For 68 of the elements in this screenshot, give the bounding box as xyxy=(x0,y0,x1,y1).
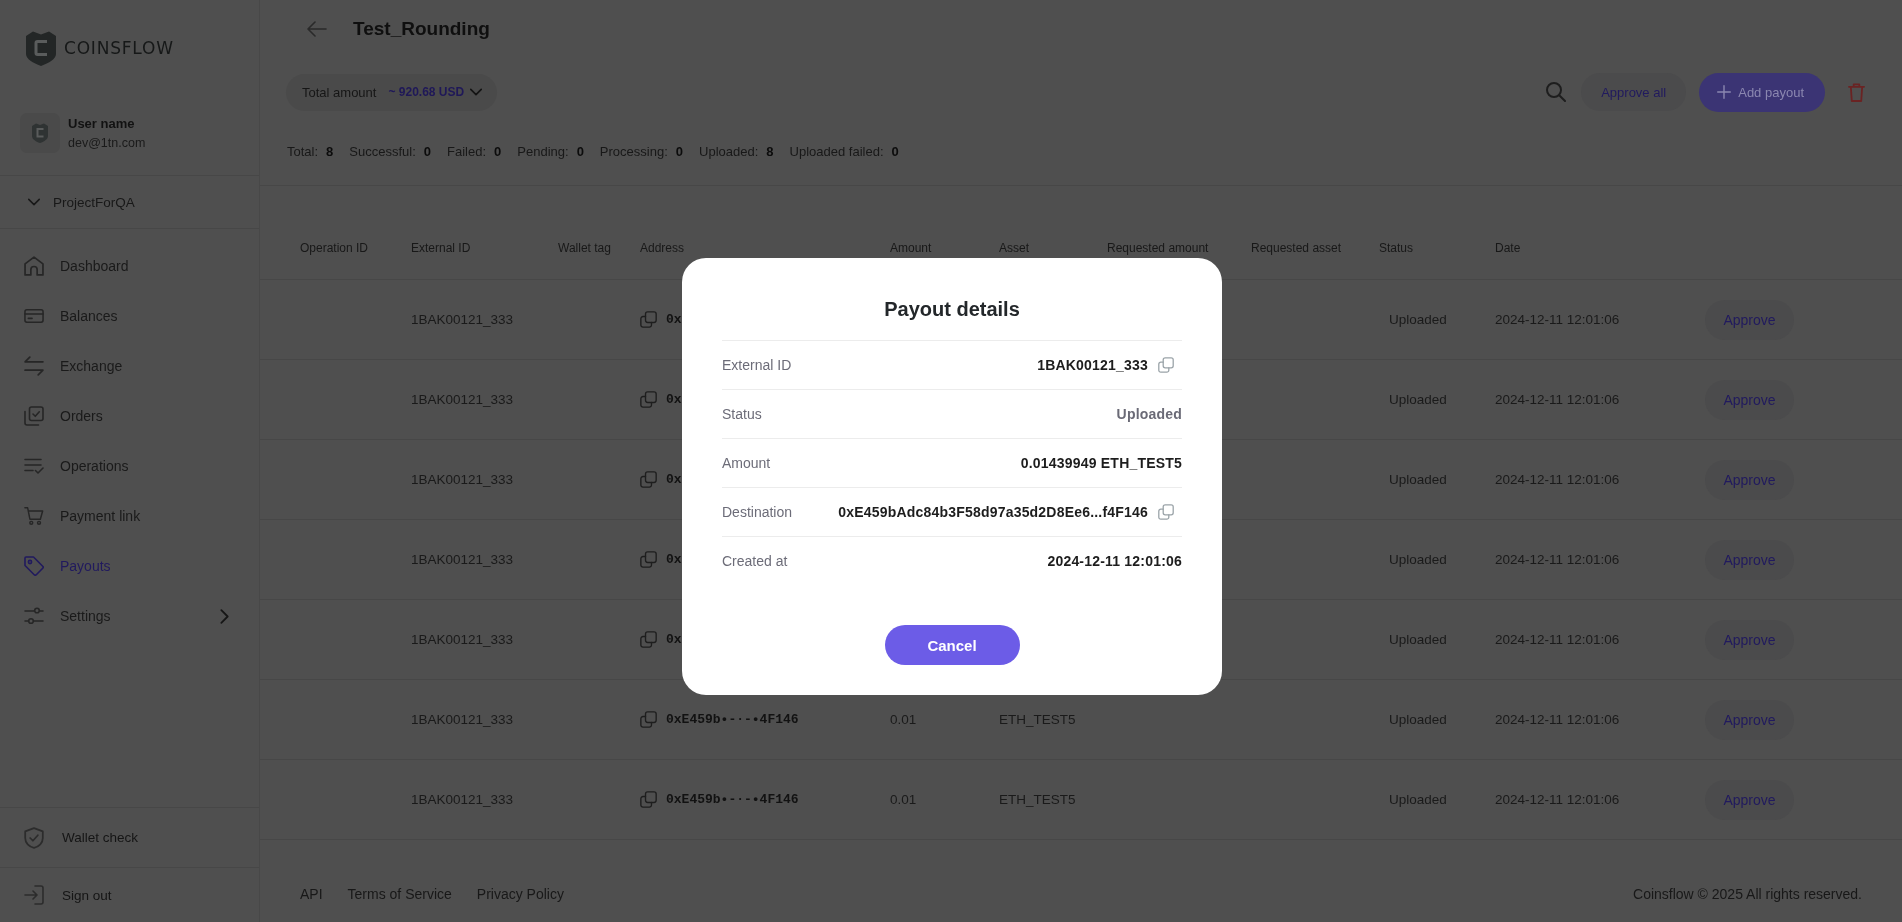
address-text: 0x xyxy=(666,472,682,487)
column-header: Status xyxy=(1379,240,1415,255)
home-icon xyxy=(24,256,44,276)
address-text: 0x xyxy=(666,552,682,567)
stat-value: 0 xyxy=(494,144,502,159)
field-value: Uploaded xyxy=(1116,406,1182,422)
stat-value: 0 xyxy=(576,144,584,159)
modal-title: Payout details xyxy=(883,297,1021,322)
address-text: 0x xyxy=(666,312,682,327)
stat-label: Successful: xyxy=(349,144,416,159)
stat-value: 0 xyxy=(891,144,899,159)
stat-value: 0 xyxy=(423,144,432,159)
shield-check-icon xyxy=(24,826,44,849)
project-selector[interactable]: ProjectForQA xyxy=(28,194,135,210)
user-name: User name xyxy=(68,116,136,131)
copy-icon[interactable] xyxy=(1158,504,1174,520)
field-value: 2024-12-11 12:01:06 xyxy=(1047,553,1182,569)
sidebar-link[interactable]: Wallet check xyxy=(0,807,259,867)
arrows-icon xyxy=(24,356,44,376)
address-text: 0x xyxy=(666,392,682,407)
sidebar-link[interactable]: Sign out xyxy=(0,867,259,922)
checklist-icon xyxy=(24,406,44,426)
sliders-icon xyxy=(24,606,44,626)
stat-value: 8 xyxy=(326,144,334,159)
copy-icon[interactable] xyxy=(1158,357,1174,373)
address-text: 0xE459b•-·-•4F146 xyxy=(666,792,799,807)
field-label: Amount xyxy=(722,455,771,471)
add-payout-button[interactable]: Add payout xyxy=(1699,72,1825,112)
back-arrow-icon xyxy=(307,21,327,37)
field-value: 0.01439949 ETH_TEST5 xyxy=(1020,455,1182,471)
sign-out-icon xyxy=(24,884,44,906)
cart-icon xyxy=(24,506,44,526)
copy-icon[interactable] xyxy=(640,551,657,568)
field-value: 1BAK00121_333 xyxy=(1037,357,1148,373)
column-header: Amount xyxy=(890,240,933,255)
footer-link[interactable]: Privacy Policy xyxy=(476,886,564,902)
page-title: Test_Rounding xyxy=(353,18,490,40)
card-icon xyxy=(24,306,44,326)
list-check-icon xyxy=(24,456,44,476)
trash-icon[interactable] xyxy=(1848,82,1865,102)
field-label: Status xyxy=(722,406,762,422)
chevron-right-icon xyxy=(220,608,229,624)
copy-icon[interactable] xyxy=(640,391,657,408)
field-value: 0xE459bAdc84b3F58d97a35d2D8Ee6...f4F146 xyxy=(838,504,1148,520)
field-label: Created at xyxy=(722,553,788,569)
copy-icon[interactable] xyxy=(640,791,657,808)
copy-icon[interactable] xyxy=(640,711,657,728)
chevron-down-icon xyxy=(470,88,483,96)
plus-icon xyxy=(1717,85,1732,99)
copy-icon[interactable] xyxy=(640,471,657,488)
footer-link[interactable]: API xyxy=(300,886,323,902)
copy-icon[interactable] xyxy=(640,311,657,328)
footer-link[interactable]: Terms of Service xyxy=(347,886,452,902)
address-text: 0x xyxy=(666,632,682,647)
stat-label: Processing: xyxy=(599,144,668,159)
field-label: External ID xyxy=(722,357,792,373)
tag-icon xyxy=(24,556,44,576)
address-text: 0xE459b•-·-•4F146 xyxy=(666,712,799,727)
logo-icon xyxy=(25,30,57,66)
cancel-button[interactable]: Cancel xyxy=(884,625,1020,665)
brand-name: COINSFLOW xyxy=(64,38,174,58)
copy-icon[interactable] xyxy=(640,631,657,648)
back-button[interactable] xyxy=(307,21,327,37)
stat-value: 8 xyxy=(766,144,774,159)
stat-value: 0 xyxy=(675,144,683,159)
search-icon[interactable] xyxy=(1546,82,1567,102)
chevron-down-icon xyxy=(28,198,40,206)
field-label: Destination xyxy=(722,504,793,520)
